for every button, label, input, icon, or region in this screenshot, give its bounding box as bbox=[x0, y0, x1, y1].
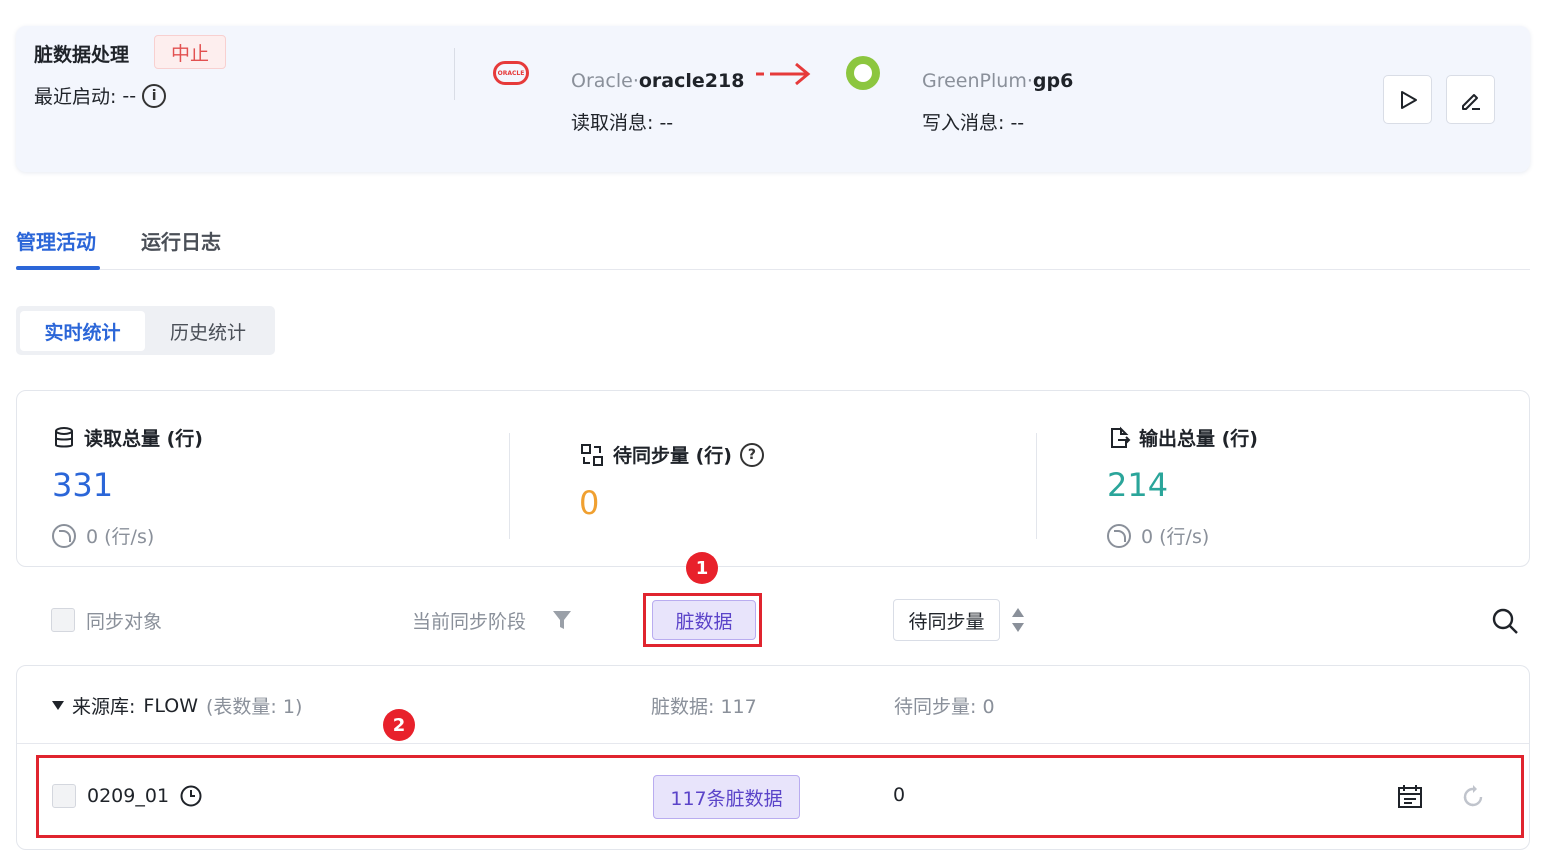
target-write: 写入消息: -- bbox=[922, 112, 1025, 134]
run-button[interactable] bbox=[1383, 75, 1432, 124]
source-type: Oracle bbox=[571, 70, 633, 92]
target-name: gp6 bbox=[1032, 70, 1074, 92]
status-badge: 中止 bbox=[154, 35, 226, 69]
segment-history-stats[interactable]: 历史统计 bbox=[145, 311, 271, 351]
current-stage-header: 当前同步阶段 bbox=[412, 611, 527, 633]
export-file-icon bbox=[1111, 426, 1131, 448]
tab-run-log[interactable]: 运行日志 bbox=[141, 226, 221, 255]
recent-start-label: 最近启动: bbox=[34, 86, 117, 108]
tab-manage-activity[interactable]: 管理活动 bbox=[16, 226, 96, 255]
task-name: 脏数据处理 bbox=[34, 44, 130, 66]
speed-icon bbox=[52, 523, 76, 548]
group-dirty-summary: 脏数据: 117 bbox=[651, 696, 757, 718]
source-group-header[interactable]: 来源库: FLOW (表数量: 1) bbox=[52, 692, 302, 719]
table-row-name: 0209_01 bbox=[87, 784, 203, 808]
dirty-data-count-button[interactable]: 117条脏数据 bbox=[653, 775, 800, 819]
filter-icon[interactable] bbox=[552, 609, 572, 631]
caret-down-icon bbox=[52, 700, 64, 710]
search-icon[interactable] bbox=[1491, 607, 1519, 635]
select-all-checkbox[interactable] bbox=[51, 608, 75, 632]
stat-divider-2 bbox=[1036, 433, 1037, 539]
dirty-data-filter-button[interactable]: 脏数据 bbox=[652, 600, 756, 640]
segment-realtime-stats[interactable]: 实时统计 bbox=[20, 311, 145, 351]
stat-divider-1 bbox=[509, 433, 510, 539]
pending-value: 0 bbox=[579, 484, 600, 522]
target-db: GreenPlum·gp6 bbox=[922, 70, 1074, 92]
refresh-icon[interactable] bbox=[1460, 784, 1486, 810]
group-row-divider bbox=[17, 743, 1529, 744]
speed-icon bbox=[1107, 523, 1131, 548]
target-type: GreenPlum bbox=[922, 70, 1027, 92]
sort-icon[interactable] bbox=[1010, 606, 1026, 634]
source-read: 读取消息: -- bbox=[571, 112, 674, 134]
read-total-value: 331 bbox=[52, 466, 114, 504]
calendar-icon[interactable] bbox=[1397, 784, 1423, 810]
sync-icon bbox=[581, 443, 603, 466]
active-tab-underline bbox=[16, 266, 100, 270]
row-checkbox[interactable] bbox=[52, 784, 76, 808]
row-pending-value: 0 bbox=[893, 784, 906, 806]
annotation-badge-2: 2 bbox=[383, 709, 415, 741]
help-icon[interactable]: ? bbox=[739, 442, 764, 467]
read-total-title: 读取总量 (行) bbox=[52, 424, 203, 451]
database-icon bbox=[55, 426, 73, 447]
output-rate: 0 (行/s) bbox=[1107, 522, 1209, 549]
tabs-divider bbox=[16, 269, 1530, 270]
recent-start-value: -- bbox=[122, 84, 137, 107]
greenplum-logo-icon bbox=[846, 56, 880, 90]
pending-title: 待同步量 (行) ? bbox=[579, 441, 764, 468]
oracle-logo-icon: ORACLE bbox=[493, 61, 529, 85]
source-db: Oracle·oracle218 bbox=[571, 70, 745, 92]
group-pending-summary: 待同步量: 0 bbox=[894, 696, 995, 718]
info-icon[interactable]: i bbox=[142, 83, 167, 108]
read-rate: 0 (行/s) bbox=[52, 522, 154, 549]
annotation-badge-1: 1 bbox=[686, 552, 718, 584]
sync-arrow-icon bbox=[756, 62, 811, 86]
clock-icon[interactable] bbox=[179, 784, 203, 808]
output-total-title: 输出总量 (行) bbox=[1107, 424, 1258, 451]
header-divider bbox=[454, 48, 455, 100]
pending-amount-sort-button[interactable]: 待同步量 bbox=[893, 599, 1000, 641]
edit-icon bbox=[1461, 93, 1480, 110]
recent-start: 最近启动: -- i bbox=[34, 82, 167, 109]
stats-card bbox=[16, 390, 1530, 567]
source-name: oracle218 bbox=[638, 70, 745, 92]
task-header-card bbox=[16, 26, 1530, 172]
play-icon bbox=[1400, 90, 1417, 109]
sync-object-header: 同步对象 bbox=[86, 611, 163, 633]
output-total-value: 214 bbox=[1107, 466, 1169, 504]
edit-button[interactable] bbox=[1446, 75, 1495, 124]
